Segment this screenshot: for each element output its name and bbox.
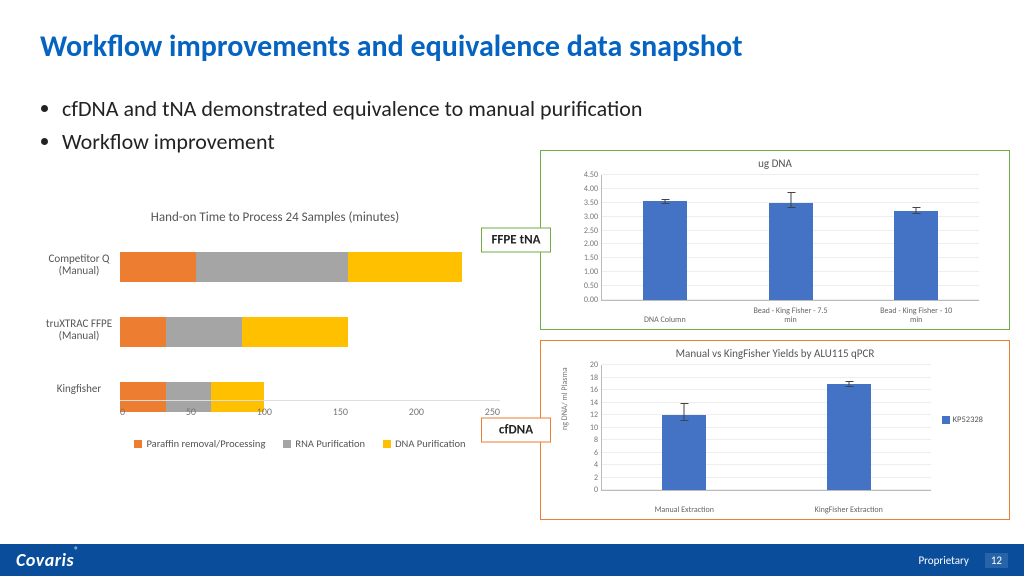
error-bar — [916, 207, 917, 214]
axis-category-label: KingFisher Extraction — [809, 506, 889, 514]
axis-tick: 0 — [572, 485, 598, 495]
error-bar — [664, 199, 665, 205]
axis-tick: 4 — [572, 460, 598, 470]
panel-ffpe-tna: FFPE tNA ug DNA 0.000.501.001.502.002.50… — [540, 150, 1010, 330]
error-bar — [684, 403, 685, 422]
axis-tick: 0 — [120, 405, 125, 418]
axis-tick: 4.00 — [572, 184, 598, 194]
error-bar — [848, 381, 849, 387]
axis-tick: 3.00 — [572, 212, 598, 222]
brand-logo: Covaris® — [16, 549, 79, 571]
legend-item: Paraffin removal/Processing — [134, 437, 265, 450]
page-number: 12 — [985, 553, 1008, 568]
axis-category-label: truXTRAC FFPE (Manual) — [40, 318, 118, 342]
chart-workflow-time: Hand-on Time to Process 24 Samples (minu… — [40, 210, 510, 500]
axis-tick: 2 — [572, 473, 598, 483]
axis-category-label: DNA Column — [625, 316, 705, 324]
legend-label: KP52328 — [953, 415, 983, 425]
axis-tick: 2.00 — [572, 239, 598, 249]
panel-cfdna: cfDNA Manual vs KingFisher Yields by ALU… — [540, 340, 1010, 520]
bar — [643, 201, 687, 300]
legend-item: DNA Purification — [383, 437, 465, 450]
bar-segment — [242, 317, 348, 347]
bar-segment — [348, 252, 462, 282]
stacked-bar — [120, 317, 348, 347]
axis-tick: 250 — [485, 405, 500, 418]
legend-item: RNA Purification — [283, 437, 365, 450]
bar — [769, 203, 813, 300]
axis-tick: 150 — [333, 405, 348, 418]
axis-category-label: Bead - King Fisher - 10 min — [876, 307, 956, 324]
axis-category-label: Competitor Q (Manual) — [40, 253, 118, 277]
axis-tick: 200 — [409, 405, 424, 418]
axis-tick: 50 — [186, 405, 196, 418]
axis-tick: 100 — [257, 405, 272, 418]
axis-category-label: Manual Extraction — [644, 506, 724, 514]
axis-tick: 6 — [572, 448, 598, 458]
bar — [894, 211, 938, 300]
page-title: Workflow improvements and equivalence da… — [40, 28, 743, 65]
axis-tick: 8 — [572, 435, 598, 445]
footer-tag: Proprietary — [918, 554, 968, 567]
slide-footer: Covaris® Proprietary 12 — [0, 544, 1024, 576]
panel-label: FFPE tNA — [481, 228, 551, 253]
bar-segment — [196, 252, 348, 282]
bar-segment — [166, 317, 242, 347]
panel-label: cfDNA — [481, 418, 551, 443]
axis-tick: 1.50 — [572, 253, 598, 263]
axis-tick: 3.50 — [572, 198, 598, 208]
chart-legend: KP52328 — [942, 415, 983, 425]
axis-tick: 0.50 — [572, 281, 598, 291]
bullet-item: cfDNA and tNA demonstrated equivalence t… — [62, 95, 642, 122]
y-axis-label: ng DNA/ ml Plasma — [560, 367, 570, 430]
axis-tick: 18 — [572, 373, 598, 383]
axis-tick: 4.50 — [572, 170, 598, 180]
axis-tick: 0.00 — [572, 295, 598, 305]
axis-tick: 20 — [572, 360, 598, 370]
axis-category-label: Kingfisher — [40, 383, 118, 395]
chart-title: Hand-on Time to Process 24 Samples (minu… — [40, 210, 510, 225]
bar-segment — [120, 317, 166, 347]
chart-title: Manual vs KingFisher Yields by ALU115 qP… — [561, 347, 989, 360]
axis-tick: 1.00 — [572, 267, 598, 277]
axis-tick: 14 — [572, 398, 598, 408]
bar-segment — [120, 252, 196, 282]
axis-category-label: Bead - King Fisher - 7.5 min — [751, 307, 831, 324]
axis-tick: 2.50 — [572, 226, 598, 236]
axis-tick: 12 — [572, 410, 598, 420]
bar — [827, 384, 871, 490]
chart-title: ug DNA — [561, 157, 989, 170]
error-bar — [790, 192, 791, 209]
bar — [662, 415, 706, 490]
axis-tick: 10 — [572, 423, 598, 433]
axis-tick: 16 — [572, 385, 598, 395]
stacked-bar — [120, 252, 462, 282]
